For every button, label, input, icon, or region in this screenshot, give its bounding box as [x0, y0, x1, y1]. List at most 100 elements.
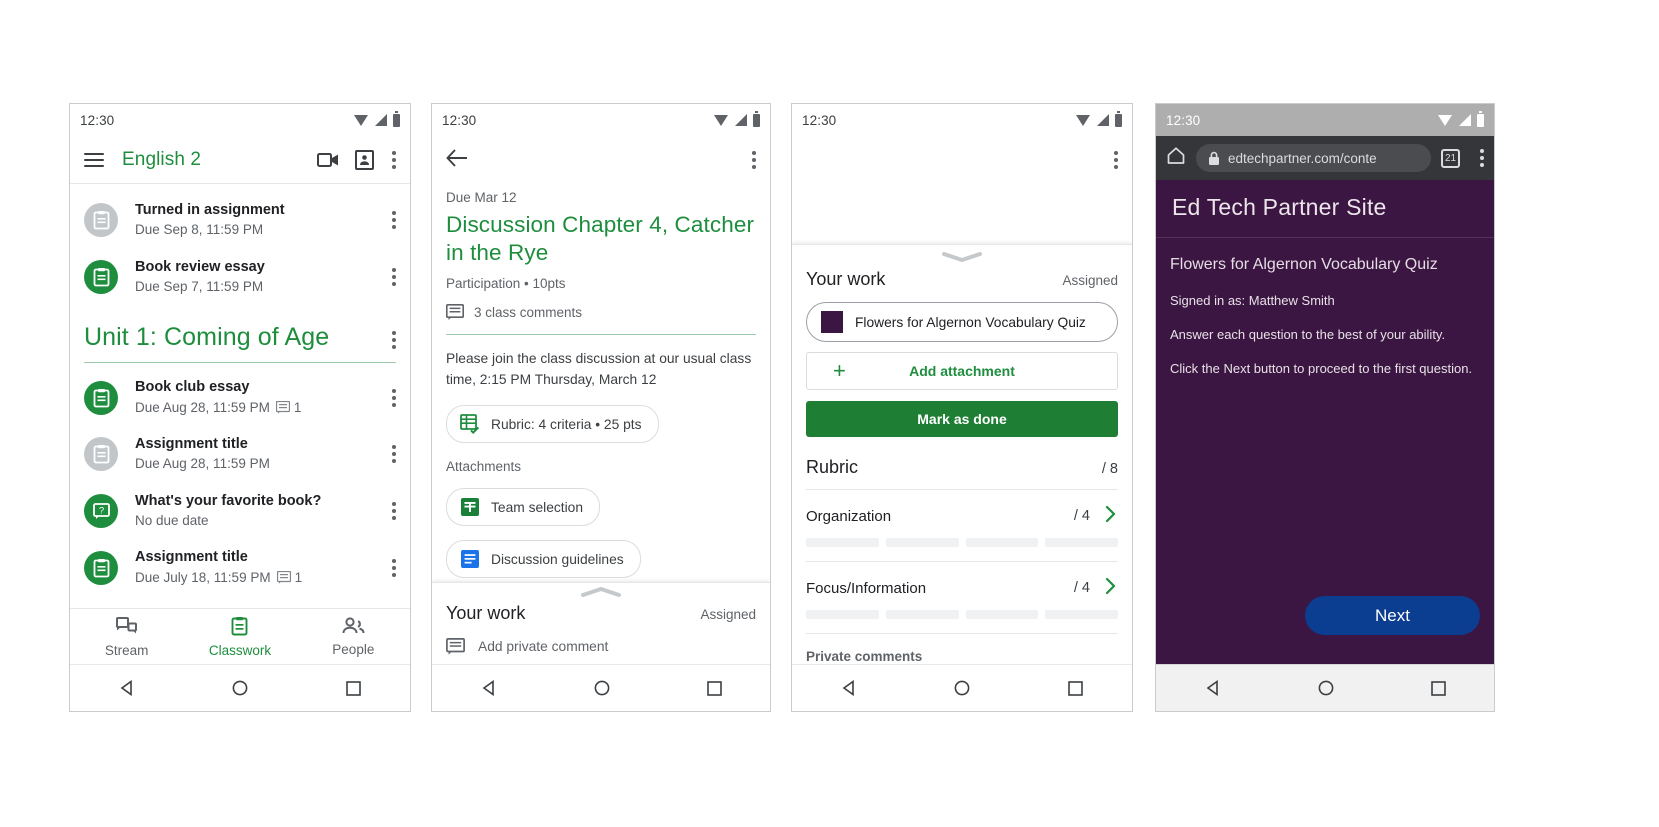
criterion-score: / 4 — [1073, 580, 1090, 596]
tab-count-button[interactable]: 21 — [1441, 148, 1460, 168]
criterion-score: / 4 — [1073, 508, 1090, 524]
work-attachment-chip[interactable]: Flowers for Algernon Vocabulary Quiz — [806, 302, 1118, 342]
divider — [806, 633, 1118, 634]
url-text: edtechpartner.com/conte — [1228, 150, 1377, 166]
kebab-menu-icon[interactable] — [392, 211, 396, 230]
browser-toolbar: edtechpartner.com/conte 21 — [1156, 136, 1494, 180]
hamburger-icon[interactable] — [84, 152, 104, 167]
tab-count: 21 — [1444, 152, 1457, 164]
kebab-menu-icon[interactable] — [392, 558, 396, 577]
recents-nav-icon[interactable] — [1068, 680, 1083, 696]
rubric-criterion[interactable]: Organization / 4 — [806, 490, 1118, 547]
list-item-title: Book review essay — [135, 258, 265, 275]
status-bar: 12:30 — [432, 104, 770, 136]
level-bar — [806, 538, 879, 547]
back-nav-icon[interactable] — [119, 680, 135, 696]
rubric-criterion[interactable]: Focus/Information / 4 — [806, 562, 1118, 619]
google-sheets-icon — [461, 498, 479, 517]
top-bar — [432, 136, 770, 184]
add-private-comment[interactable]: Add private comment — [446, 638, 756, 655]
list-item-subtitle: Due Sep 8, 11:59 PM — [135, 220, 374, 240]
back-arrow-icon[interactable] — [446, 148, 468, 172]
comment-count-value: 1 — [294, 569, 303, 585]
level-bar — [806, 610, 879, 619]
next-button[interactable]: Next — [1305, 596, 1480, 635]
criterion-row: Organization / 4 — [806, 504, 1118, 528]
list-item-text: Book review essay Due Sep 7, 11:59 PM — [135, 258, 374, 297]
top-assignment-list: Turned in assignment Due Sep 8, 11:59 PM… — [70, 184, 410, 305]
list-item[interactable]: Assignment title Due Aug 28, 11:59 PM — [70, 426, 410, 483]
mark-as-done-button[interactable]: Mark as done — [806, 401, 1118, 437]
list-item[interactable]: Book review essay Due Sep 7, 11:59 PM — [70, 249, 410, 306]
kebab-menu-icon[interactable] — [392, 268, 396, 287]
list-item-text: What's your favorite book? No due date — [135, 492, 374, 531]
level-bar — [885, 610, 959, 619]
battery-icon — [753, 111, 760, 127]
attachments-label: Attachments — [446, 459, 522, 475]
home-nav-icon[interactable] — [1318, 680, 1334, 696]
quiz-intro: Flowers for Algernon Vocabulary Quiz Sig… — [1156, 238, 1494, 379]
back-nav-icon[interactable] — [481, 680, 497, 696]
app-bar: English 2 — [70, 136, 410, 184]
kebab-menu-icon[interactable] — [392, 502, 396, 521]
address-bar[interactable]: edtechpartner.com/conte — [1196, 144, 1431, 172]
kebab-menu-icon[interactable] — [392, 331, 396, 350]
kebab-menu-icon[interactable] — [392, 150, 396, 169]
sheet-collapse-handle[interactable] — [806, 245, 1118, 267]
classwork-icon — [230, 616, 249, 639]
rubric-chip[interactable]: Rubric: 4 criteria • 25 pts — [446, 405, 659, 444]
home-nav-icon[interactable] — [954, 680, 970, 696]
list-item-title: Book club essay — [135, 379, 250, 396]
kebab-menu-icon[interactable] — [392, 388, 396, 407]
list-item[interactable]: Turned in assignment Due Sep 8, 11:59 PM — [70, 192, 410, 249]
kebab-menu-icon[interactable] — [752, 151, 756, 169]
signal-icon — [1097, 114, 1109, 126]
assignment-icon — [84, 437, 118, 472]
video-camera-icon[interactable] — [317, 152, 339, 168]
back-nav-icon[interactable] — [1205, 680, 1221, 696]
rubric-icon — [460, 414, 480, 435]
list-item-title: Assignment title — [135, 436, 248, 453]
list-item-text: Book club essay Due Aug 28, 11:59 PM 1 — [135, 378, 374, 417]
level-bar — [885, 538, 959, 547]
list-item[interactable]: Book club essay Due Aug 28, 11:59 PM 1 — [70, 369, 410, 426]
mark-as-done-label: Mark as done — [917, 411, 1007, 427]
quiz-instruction-1: Answer each question to the best of your… — [1170, 327, 1446, 343]
home-icon[interactable] — [1166, 146, 1186, 170]
battery-icon — [1477, 111, 1484, 127]
sheet-expand-handle[interactable] — [446, 583, 756, 601]
private-comments-label: Private comments — [806, 649, 923, 664]
status-system-icons — [1076, 111, 1122, 127]
back-nav-icon[interactable] — [841, 680, 857, 696]
add-attachment-button[interactable]: + Add attachment — [806, 352, 1118, 390]
attachment-chip-discussion-guidelines[interactable]: Discussion guidelines — [446, 540, 641, 579]
kebab-menu-icon[interactable] — [1114, 151, 1118, 169]
recents-nav-icon[interactable] — [706, 680, 722, 696]
kebab-menu-icon[interactable] — [392, 445, 396, 464]
id-card-icon[interactable] — [355, 149, 374, 170]
criterion-name: Focus/Information — [806, 579, 927, 597]
chevron-right-icon[interactable] — [1104, 504, 1118, 528]
home-nav-icon[interactable] — [594, 680, 610, 696]
android-navigation-bar — [792, 664, 1132, 711]
status-system-icons — [354, 111, 400, 127]
comment-icon — [276, 570, 291, 584]
list-item[interactable]: ? What's your favorite book? No due date — [70, 483, 410, 540]
sidebar-item-stream[interactable]: Stream — [70, 609, 183, 665]
chevron-right-icon[interactable] — [1104, 576, 1118, 600]
home-nav-icon[interactable] — [232, 680, 248, 696]
sidebar-item-classwork[interactable]: Classwork — [183, 609, 296, 665]
google-docs-icon — [461, 550, 479, 569]
recents-nav-icon[interactable] — [1430, 680, 1446, 696]
class-comments-link[interactable]: 3 class comments — [446, 304, 756, 321]
list-item[interactable]: Assignment title Due July 18, 11:59 PM 1 — [70, 539, 410, 596]
sidebar-item-people[interactable]: People — [297, 609, 410, 665]
attachment-chip-team-selection[interactable]: Team selection — [446, 488, 601, 527]
status-system-icons — [714, 111, 760, 127]
wifi-icon — [1076, 114, 1091, 126]
page-title: English 2 — [122, 148, 202, 170]
recents-nav-icon[interactable] — [346, 680, 361, 696]
kebab-menu-icon[interactable] — [1480, 149, 1484, 167]
attachment-label: Flowers for Algernon Vocabulary Quiz — [855, 314, 1086, 330]
assignment-body: Due Mar 12 Discussion Chapter 4, Catcher… — [432, 190, 770, 579]
